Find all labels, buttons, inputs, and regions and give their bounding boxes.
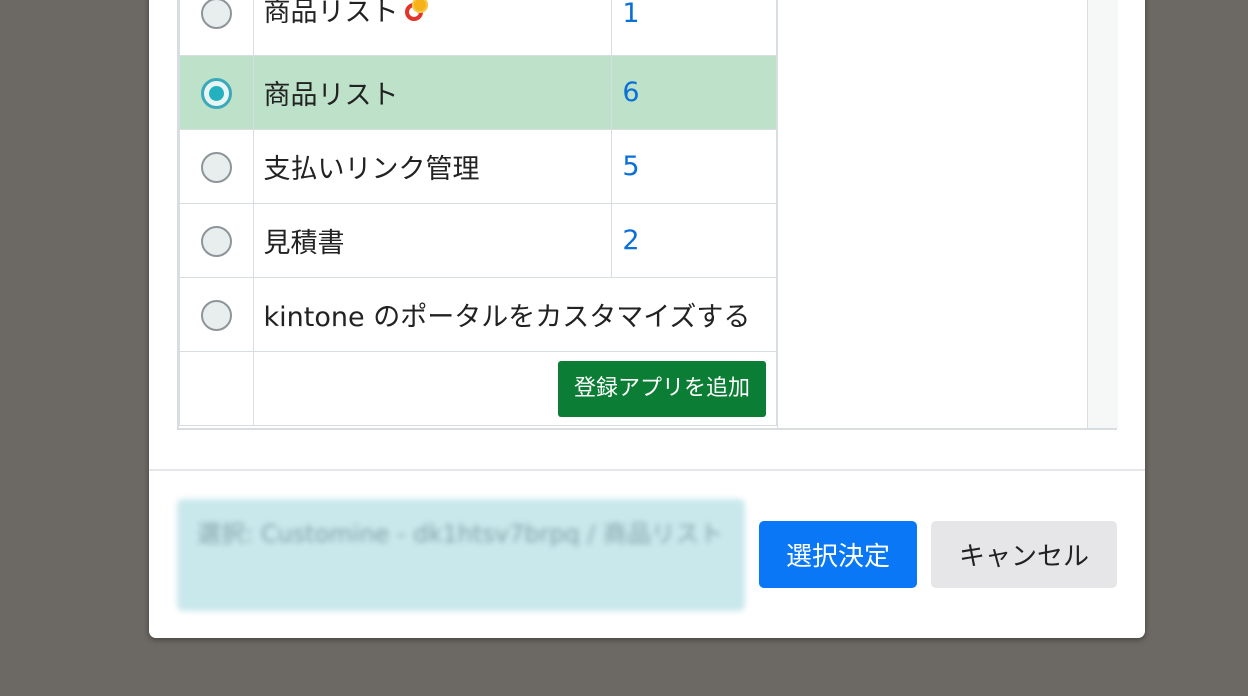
app-name: 支払いリンク管理 [263, 154, 480, 185]
app-radio-button[interactable] [200, 225, 232, 257]
radio-cell[interactable] [179, 55, 254, 130]
app-select-dialog: 商品リスト 1 商品リスト 6 支払いリンク管理 5 見積書 2 kintone… [149, 0, 1145, 638]
table-row-add: 登録アプリを追加 [179, 351, 778, 426]
app-radio-button[interactable] [200, 151, 232, 183]
detail-pane [777, 0, 1088, 428]
app-name-cell: 商品リスト [252, 55, 613, 130]
confirm-selection-button[interactable]: 選択決定 [759, 521, 917, 588]
app-id-link[interactable]: 1 [622, 0, 639, 29]
empty-cell [179, 351, 254, 426]
app-radio-button[interactable] [200, 299, 232, 331]
add-app-button[interactable]: 登録アプリを追加 [557, 360, 766, 417]
table-row[interactable]: kintone のポータルをカスタマイズする [179, 277, 778, 352]
table-row[interactable]: 商品リスト 1 [179, 0, 777, 56]
app-id-cell[interactable]: 6 [611, 55, 777, 130]
app-list-panel: 商品リスト 1 商品リスト 6 支払いリンク管理 5 見積書 2 kintone… [177, 0, 1118, 430]
app-id-cell[interactable]: 2 [611, 203, 777, 278]
app-id-cell[interactable]: 1 [611, 0, 777, 56]
scrollbar-track[interactable] [1087, 0, 1118, 428]
app-list-table: 商品リスト 1 商品リスト 6 支払いリンク管理 5 見積書 2 kintone… [179, 0, 778, 426]
app-radio-button-checked[interactable] [200, 77, 232, 109]
table-row[interactable]: 支払いリンク管理 5 [179, 129, 777, 204]
table-row[interactable]: 商品リスト 6 [179, 55, 777, 130]
selection-status: 選択: Customine - dk1htsv7brpq / 商品リスト [177, 499, 745, 611]
footer-divider [149, 469, 1145, 471]
radio-cell[interactable] [179, 277, 254, 352]
flower-ring-icon [403, 0, 429, 23]
app-name-cell: 支払いリンク管理 [252, 129, 613, 204]
app-radio-button[interactable] [200, 0, 232, 29]
app-id-link[interactable]: 2 [622, 225, 639, 256]
radio-cell[interactable] [179, 129, 254, 204]
radio-cell[interactable] [179, 203, 254, 278]
add-app-cell: 登録アプリを追加 [252, 351, 778, 426]
app-name: 商品リスト [263, 80, 399, 111]
app-id-link[interactable]: 6 [622, 77, 639, 108]
app-name-cell: 見積書 [252, 203, 613, 278]
app-name: kintone のポータルをカスタマイズする [263, 302, 751, 333]
app-id-cell[interactable]: 5 [611, 129, 777, 204]
app-name-cell: 商品リスト [252, 0, 613, 56]
radio-cell[interactable] [179, 0, 254, 56]
table-row[interactable]: 見積書 2 [179, 203, 777, 278]
app-name: 商品リスト [263, 0, 399, 28]
app-name-cell: kintone のポータルをカスタマイズする [252, 277, 778, 352]
app-name: 見積書 [263, 228, 345, 259]
app-id-link[interactable]: 5 [622, 151, 639, 182]
cancel-button[interactable]: キャンセル [931, 521, 1117, 588]
